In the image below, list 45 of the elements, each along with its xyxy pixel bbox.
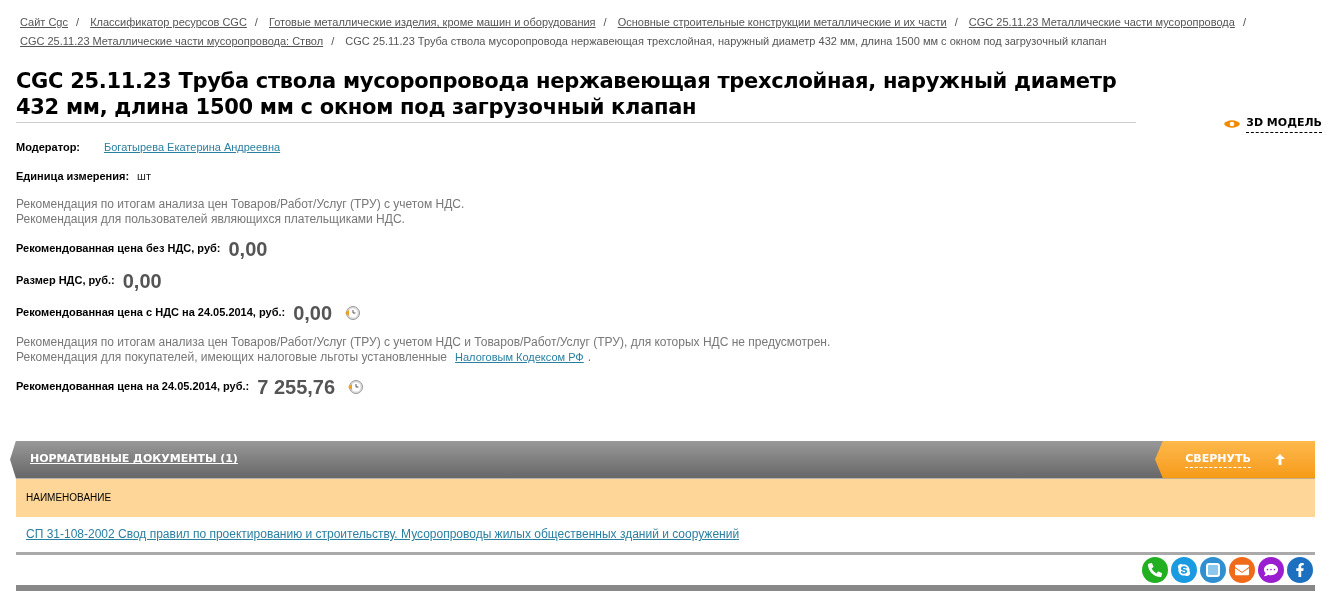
field-label: Единица измерения: [16, 169, 130, 185]
breadcrumb-separator: / [254, 16, 258, 28]
price-value: 0,00 [228, 236, 268, 262]
page-title: CGC 25.11.23 Труба ствола мусоропровода нержавеющая трехслойная, наружный диаметр 432 мм, длина 1500 мм с окном под загрузочный клапан [16, 68, 1118, 120]
facebook-icon[interactable] [1287, 556, 1313, 583]
note-text: Рекомендация для покупателей, имеющих налоговые льготы установленные [16, 349, 448, 365]
breadcrumb-link[interactable]: Сайт Cgc [20, 16, 68, 28]
phone-icon[interactable] [1142, 556, 1168, 583]
square-icon[interactable] [1200, 556, 1226, 583]
breadcrumb-link[interactable]: CGC 25.11.23 Металлические части мусоропровода [968, 16, 1235, 28]
breadcrumb-separator: / [331, 35, 335, 47]
breadcrumb-separator: / [76, 16, 80, 28]
price-label: Рекомендованная цена без НДС, руб: [16, 241, 221, 257]
note-text: Рекомендация по итогам анализа цен Товаров/Работ/Услуг (ТРУ) с учетом НДС и Товаров/Работ/Услуг (ТРУ), для которых НДС не предусмотрен. [16, 334, 831, 350]
envelope-icon[interactable] [1229, 556, 1255, 583]
price-label: Рекомендованная цена с НДС на 24.05.2014, руб.: [16, 305, 286, 321]
price-value: 0,00 [293, 300, 333, 326]
chat-icon[interactable] [1258, 556, 1284, 583]
column-header: НАИМЕНОВАНИЕ [26, 491, 112, 505]
tax-code-link[interactable]: Налоговым Кодексом РФ [455, 349, 584, 365]
note-text: . [587, 349, 592, 365]
price-value: 0,00 [122, 268, 162, 294]
price-value: 7 255,76 [257, 374, 336, 400]
breadcrumb-separator: / [1242, 16, 1246, 28]
clock-icon[interactable] [347, 378, 364, 395]
breadcrumb-link[interactable]: Готовые металлические изделия, кроме машин и оборудования [269, 16, 596, 28]
breadcrumb-current: CGC 25.11.23 Труба ствола мусоропровода нержавеющая трехслойная, наружный диаметр 432 мм, длина 1500 мм с окном под загрузочный клапан [345, 35, 1107, 47]
note-text: Рекомендация для пользователей являющихся плательщиками НДС. [16, 211, 405, 227]
price-label: Размер НДС, руб.: [16, 273, 115, 289]
note-text: Рекомендация по итогам анализа цен Товаров/Работ/Услуг (ТРУ) с учетом НДС. [16, 196, 465, 212]
clock-icon[interactable] [344, 304, 361, 321]
3d-model-link[interactable]: 3D МОДЕЛЬ [1224, 115, 1322, 133]
breadcrumb-separator: / [954, 16, 958, 28]
eye-icon [1224, 118, 1241, 129]
breadcrumb-link[interactable]: Основные строительные конструкции металлические и их части [617, 16, 947, 28]
price-label: Рекомендованная цена на 24.05.2014, руб.: [16, 379, 250, 395]
skype-icon[interactable] [1171, 556, 1197, 583]
breadcrumb-separator: / [603, 16, 607, 28]
field-label: Модератор: [16, 140, 81, 156]
field-link[interactable]: Богатырева Екатерина Андреевна [104, 139, 281, 156]
breadcrumb-link[interactable]: CGC 25.11.23 Металлические части мусоропровода: Ствол [20, 35, 324, 47]
section-title-link[interactable]: НОРМАТИВНЫЕ ДОКУМЕНТЫ (1) [30, 451, 238, 468]
document-link[interactable]: СП 31-108-2002 Свод правил по проектированию и строительству. Мусоропроводы жилых общественных зданий и сооружений [26, 525, 740, 543]
field-value: шт [137, 169, 151, 185]
breadcrumb-link[interactable]: Классификатор ресурсов CGC [90, 16, 247, 28]
